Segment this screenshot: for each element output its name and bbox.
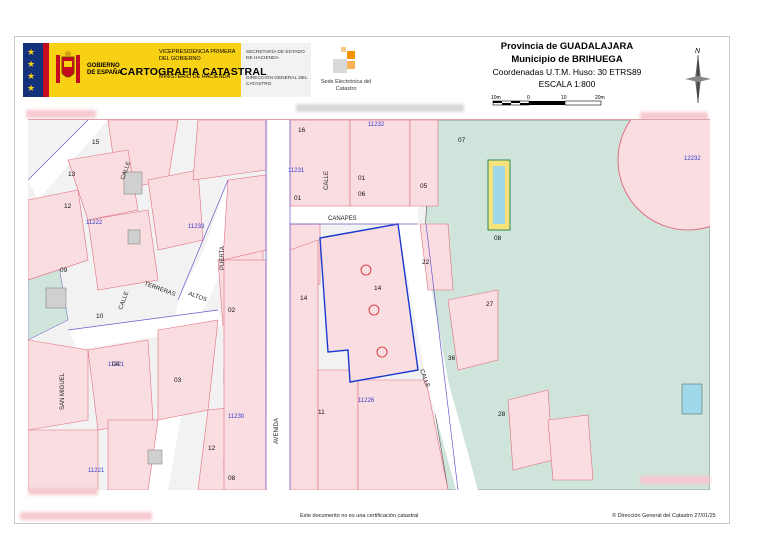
parcel-number: 13: [68, 171, 76, 178]
cadastral-map[interactable]: 11222 11221 11230 11232 11231 11233 1122…: [28, 119, 710, 490]
parcel-number: 06: [358, 191, 366, 198]
parcel-number: 09: [60, 267, 68, 274]
redacted-label: [28, 488, 98, 495]
scale-bar: 10m 0 10 20m: [491, 93, 615, 106]
coordinates-label: Coordenadas U.T.M. Huso: 30 ETRS89: [492, 67, 642, 77]
parcel-number: 14: [374, 285, 382, 292]
street-label: SAN MIGUEL: [60, 372, 66, 410]
vicepresidencia-label: VICEPRESIDENCIA PRIMERA DEL GOBIERNO: [159, 49, 236, 62]
block-number: 11221: [88, 468, 105, 474]
parcel-number: 03: [174, 377, 182, 384]
north-label: N: [695, 48, 701, 55]
parcel-number: 04: [112, 361, 120, 368]
block-number: 12232: [684, 156, 701, 162]
block-number: 11232: [368, 122, 385, 128]
street-label: PUERTA: [220, 246, 226, 270]
eu-stars-icon: ★ ★ ★ ★: [23, 43, 43, 97]
scale-label: ESCALA 1:800: [538, 79, 596, 89]
street-label: CALLE: [324, 171, 330, 190]
sede-electronica-logo[interactable]: Sede Electrónica del Catastro: [311, 43, 381, 97]
footer-copyright: © Dirección General del Catastro 27/01/2…: [612, 513, 716, 519]
catastro-logo-icon: [333, 47, 355, 73]
scale-tick-label: 20m: [595, 95, 605, 101]
provincia-title: Provincia de GUADALAJARA: [500, 41, 634, 52]
parcel-number: 14: [300, 295, 308, 302]
scale-tick-label: 10: [561, 95, 567, 101]
street-label: CANAPES: [328, 216, 357, 222]
parcel-number: 12: [208, 445, 216, 452]
map-canvas: 11222 11221 11230 11232 11231 11233 1122…: [28, 120, 710, 490]
secretaria-label: SECRETARÍA DE ESTADO DE HACIENDA: [246, 50, 305, 61]
scale-tick-label: 0: [527, 95, 530, 101]
parcel-number: 27: [486, 301, 494, 308]
block-number: 11231: [288, 168, 305, 174]
redacted-reference: [296, 104, 464, 112]
parcel-number: 28: [498, 411, 506, 418]
title-block: Provincia de GUADALAJARA Municipio de BR…: [457, 41, 677, 89]
parcel-number: 07: [458, 137, 466, 144]
block-number: 11222: [86, 220, 103, 226]
parcel-number: 22: [422, 259, 430, 266]
parcel-number: 08: [494, 235, 502, 242]
parcel-number: 08: [228, 475, 236, 482]
parcel-number: 10: [96, 313, 104, 320]
coat-of-arms-icon: [49, 43, 87, 97]
redacted-label: [640, 476, 710, 484]
parcel-number: 01: [294, 195, 302, 202]
scale-tick-label: 10m: [491, 95, 501, 101]
parcel-number: 15: [92, 139, 100, 146]
municipio-title: Municipio de BRIHUEGA: [511, 54, 623, 65]
north-arrow-icon: N: [683, 45, 713, 105]
block-number: 11226: [358, 398, 375, 404]
block-number: 11230: [228, 414, 245, 420]
street-label: AVENIDA: [274, 418, 280, 444]
redacted-label: [26, 110, 96, 118]
redacted-label: [20, 512, 152, 520]
parcel-number: 01: [358, 175, 366, 182]
parcel-number: 36: [448, 355, 456, 362]
parcel-number: 16: [298, 127, 306, 134]
sede-label: Sede Electrónica del Catastro: [320, 79, 372, 92]
parcel-number: 12: [64, 203, 72, 210]
parcel-number: 11: [318, 409, 325, 416]
block-number: 11233: [188, 224, 205, 230]
parcel-number: 02: [228, 307, 236, 314]
parcel-number: 05: [420, 183, 428, 190]
cartografia-title: CARTOGRAFIA CATASTRAL: [120, 66, 267, 78]
footer-note: Este documento no es una certificación c…: [300, 513, 419, 519]
